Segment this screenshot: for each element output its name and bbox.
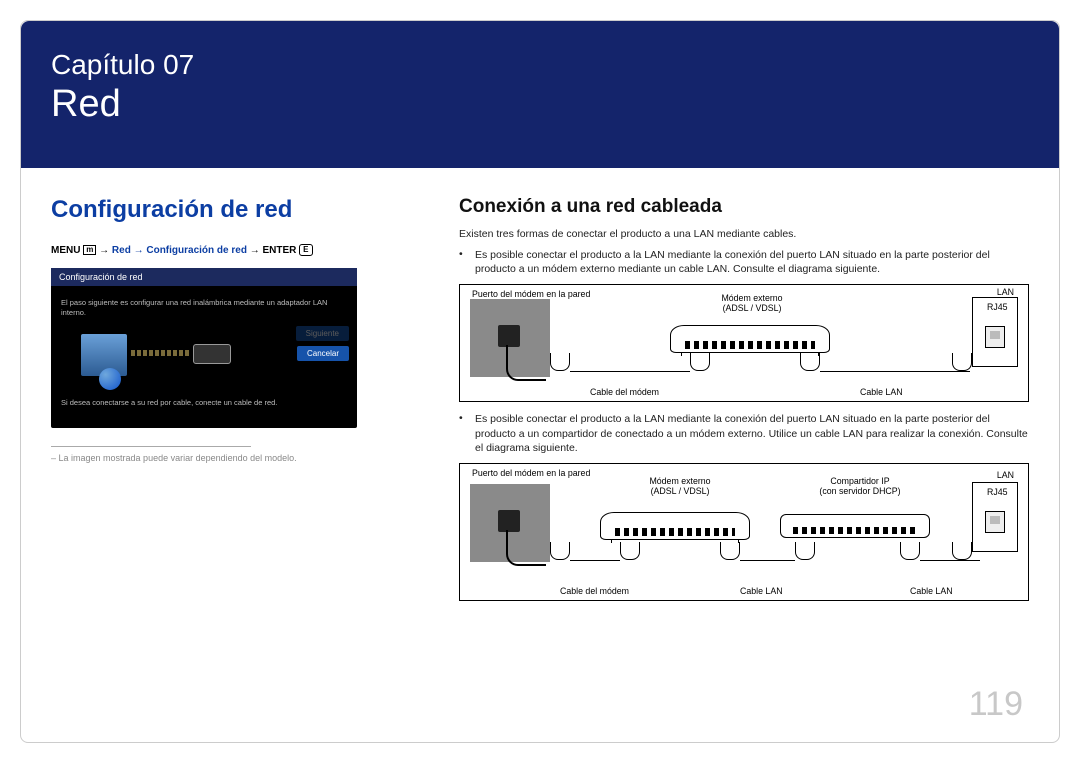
cable-loop-1 <box>550 353 570 371</box>
label-cable-modem-2: Cable del módem <box>560 586 629 596</box>
chapter-title: Red <box>51 83 1029 126</box>
next-button[interactable]: Siguiente <box>296 326 349 341</box>
globe-icon <box>99 368 121 390</box>
wall-port-icon-2 <box>470 484 550 562</box>
label-cable-lan-2b: Cable LAN <box>910 586 953 596</box>
bullet-dot-2: • <box>459 412 475 455</box>
enter-icon: E <box>299 244 312 256</box>
label-modem: Módem externo (ADSL / VDSL) <box>692 293 812 313</box>
screenshot-titlebar: Configuración de red <box>51 268 357 286</box>
diagram-2: Puerto del módem en la pared Módem exter… <box>459 463 1029 601</box>
cancel-button[interactable]: Cancelar <box>297 346 349 361</box>
cable-loop-d2-2 <box>720 542 740 560</box>
bullet-2-text: Es posible conectar el producto a la LAN… <box>475 412 1029 455</box>
label-modem-sub-2: (ADSL / VDSL) <box>651 486 710 496</box>
cable-d2-2 <box>740 560 795 561</box>
left-column: Configuración de red MENU m → Red → Conf… <box>51 196 431 611</box>
modem-icon <box>670 325 830 353</box>
screenshot-line1: El paso siguiente es configurar una red … <box>61 298 347 318</box>
screenshot-illustration <box>81 328 241 388</box>
wall-cable-icon-2 <box>506 530 546 566</box>
cable-loop-d2-1 <box>550 542 570 560</box>
connector-icon <box>131 350 191 356</box>
menu-path-prefix: MENU <box>51 245 80 256</box>
menu-path-suffix: → ENTER <box>247 245 296 256</box>
label-wall-port-2: Puerto del módem en la pared <box>472 468 590 478</box>
bullet-1-text: Es posible conectar el producto a la LAN… <box>475 248 1029 276</box>
cable-loop-2 <box>800 353 820 371</box>
label-modem-sub: (ADSL / VDSL) <box>723 303 782 313</box>
label-cable-modem-1: Cable del módem <box>590 387 659 397</box>
menu-path-arrow1: → <box>99 245 112 256</box>
cable-d2-1 <box>570 560 620 561</box>
chapter-header: Capítulo 07 Red <box>21 21 1059 168</box>
section-title-config: Configuración de red <box>51 196 431 224</box>
sharer-icon <box>780 514 930 538</box>
wall-socket-icon <box>498 325 520 347</box>
label-modem-main-2: Módem externo <box>649 476 710 486</box>
rj45-port-icon <box>985 326 1005 348</box>
rj45-port-icon-2 <box>985 511 1005 533</box>
label-sharer: Compartidor IP (con servidor DHCP) <box>790 476 930 496</box>
label-lan-2: LAN <box>997 470 1014 480</box>
section-title-connection: Conexión a una red cableada <box>459 196 1029 218</box>
wall-cable-icon <box>506 345 546 381</box>
label-lan: LAN <box>997 287 1014 297</box>
label-modem-main: Módem externo <box>721 293 782 303</box>
footnote-rule <box>51 446 251 447</box>
label-cable-lan-2a: Cable LAN <box>740 586 783 596</box>
bullet-dot: • <box>459 248 475 276</box>
lan-port-icon-2: RJ45 <box>972 482 1018 552</box>
menu-icon: m <box>83 245 96 255</box>
intro-text: Existen tres formas de conectar el produ… <box>459 228 1029 240</box>
wall-port-icon <box>470 299 550 377</box>
cable-loop-d2-3b <box>952 542 972 560</box>
footnote-text: – La imagen mostrada puede variar depend… <box>51 453 431 463</box>
label-sharer-sub: (con servidor DHCP) <box>819 486 900 496</box>
router-icon <box>193 344 231 364</box>
label-sharer-main: Compartidor IP <box>830 476 889 486</box>
bullet-1: • Es posible conectar el producto a la L… <box>459 248 1029 276</box>
right-column: Conexión a una red cableada Existen tres… <box>459 196 1029 611</box>
page-frame: Capítulo 07 Red Configuración de red MEN… <box>20 20 1060 743</box>
cable-loop-d2-1b <box>620 542 640 560</box>
label-rj45-2: RJ45 <box>987 487 1008 497</box>
label-cable-lan-1: Cable LAN <box>860 387 903 397</box>
bullet-2: • Es posible conectar el producto a la L… <box>459 412 1029 455</box>
menu-path: MENU m → Red → Configuración de red → EN… <box>51 244 431 256</box>
modem-icon-2 <box>600 512 750 540</box>
cable-loop-d2-3 <box>900 542 920 560</box>
wall-socket-icon-2 <box>498 510 520 532</box>
cable-1 <box>570 371 690 372</box>
content-area: Configuración de red MENU m → Red → Conf… <box>21 168 1059 621</box>
lan-port-icon: RJ45 <box>972 297 1018 367</box>
ui-screenshot: Configuración de red El paso siguiente e… <box>51 268 357 428</box>
chapter-label: Capítulo 07 <box>51 49 1029 81</box>
menu-path-highlight: Red → Configuración de red <box>112 245 247 256</box>
screenshot-line2: Si desea conectarse a su red por cable, … <box>61 398 347 408</box>
label-wall-port: Puerto del módem en la pared <box>472 289 590 299</box>
cable-loop-1b <box>690 353 710 371</box>
cable-d2-3 <box>920 560 980 561</box>
footnote-inner: La imagen mostrada puede variar dependie… <box>59 453 297 463</box>
cable-loop-d2-2b <box>795 542 815 560</box>
label-modem-2: Módem externo (ADSL / VDSL) <box>620 476 740 496</box>
page-number: 119 <box>969 685 1023 724</box>
cable-2 <box>820 371 970 372</box>
label-rj45: RJ45 <box>987 302 1008 312</box>
cable-loop-2b <box>952 353 972 371</box>
diagram-1: Puerto del módem en la pared Módem exter… <box>459 284 1029 402</box>
